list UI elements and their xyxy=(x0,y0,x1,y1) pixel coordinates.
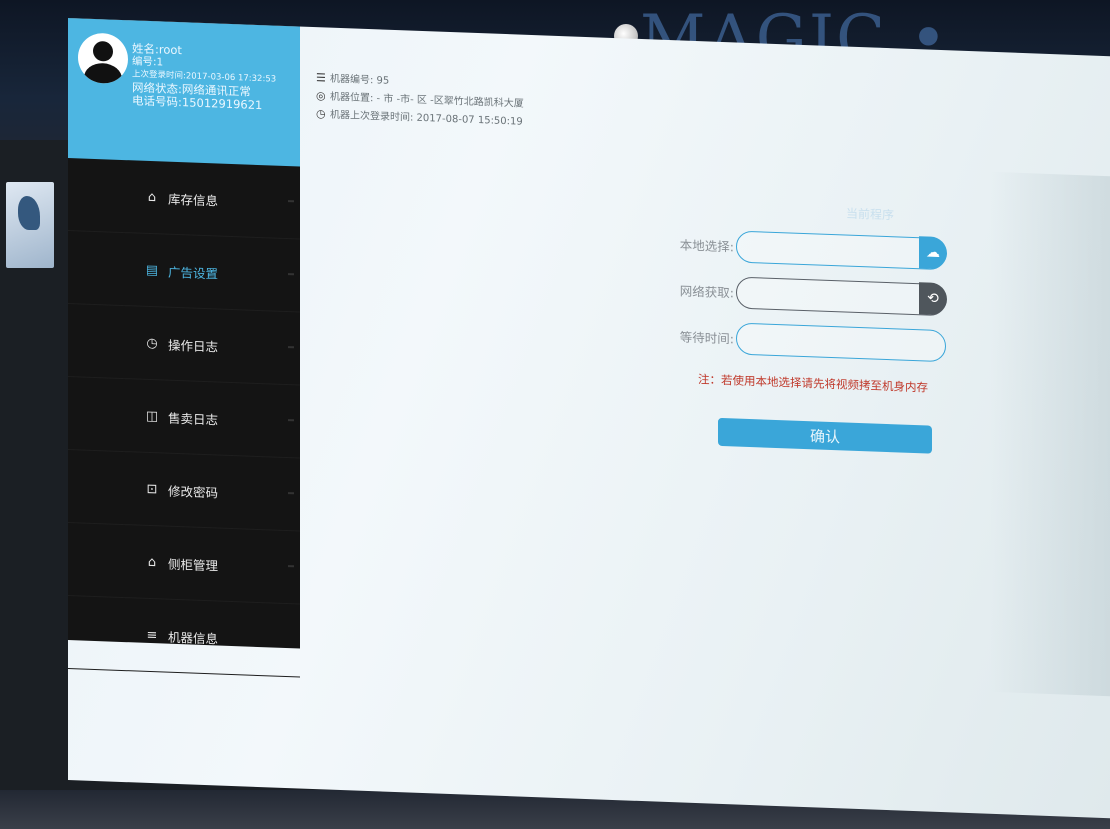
sidebar-item-operation-log[interactable]: ◷ 操作日志 xyxy=(68,304,300,386)
wait-time-input[interactable] xyxy=(736,322,946,363)
clock-icon: ◷ xyxy=(316,107,326,121)
local-select-label: 本地选择: xyxy=(679,237,734,255)
sidebar-item-label: 售卖日志 xyxy=(168,410,219,428)
divider xyxy=(288,346,294,349)
lock-icon: ⊡ xyxy=(146,481,158,497)
sidebar-item-label: 广告设置 xyxy=(168,264,219,282)
network-fetch-field[interactable]: ⟲ xyxy=(736,276,947,317)
wait-time-label: 等待时间: xyxy=(679,329,734,347)
location-pin-icon: ◎ xyxy=(316,89,326,103)
divider xyxy=(288,565,294,568)
sidebar-item-side-cabinet[interactable]: ⌂ 侧柜管理 xyxy=(68,523,300,605)
sidebar-item-sales-log[interactable]: ◫ 售卖日志 xyxy=(68,377,300,459)
network-fetch-label: 网络获取: xyxy=(679,283,734,301)
sidebar-item-label: 侧柜管理 xyxy=(168,556,219,574)
local-select-field[interactable]: ☁ xyxy=(736,230,947,271)
notice-text: 注：若使用本地选择请先将视频拷至机身内存 xyxy=(698,372,928,395)
divider xyxy=(288,273,294,276)
phone-number: 电话号码:15012919621 xyxy=(132,93,263,113)
list-icon: ☰ xyxy=(316,71,326,85)
sidebar-item-label: 修改密码 xyxy=(168,483,219,501)
user-icon xyxy=(93,40,113,62)
fetch-icon[interactable]: ⟲ xyxy=(919,282,947,316)
wait-time-row: 等待时间: xyxy=(648,317,946,370)
cabinet-icon: ⌂ xyxy=(147,554,157,570)
confirm-button[interactable]: 确认 xyxy=(718,417,932,454)
machine-number: 机器编号: 95 xyxy=(330,73,390,87)
user-icon-body xyxy=(84,62,122,85)
background-poster xyxy=(6,182,54,268)
sidebar-item-change-password[interactable]: ⊡ 修改密码 xyxy=(68,450,300,532)
local-select-row: 本地选择: ☁ xyxy=(648,225,947,278)
network-fetch-row: 网络获取: ⟲ xyxy=(648,271,947,324)
machine-last-login: 机器上次登录时间: 2017-08-07 15:50:19 xyxy=(330,109,523,128)
user-card: 姓名:root 编号:1 上次登录时间:2017-03-06 17:32:53 … xyxy=(68,18,300,167)
clock-icon: ◷ xyxy=(146,335,158,351)
sidebar-item-machine-info[interactable]: ≡ 机器信息 xyxy=(68,596,300,678)
faint-link[interactable]: 当前程序 xyxy=(846,205,894,224)
divider xyxy=(288,200,294,203)
sidebar-item-label: 机器信息 xyxy=(168,629,219,647)
app-screen: 姓名:root 编号:1 上次登录时间:2017-03-06 17:32:53 … xyxy=(68,18,1110,819)
avatar[interactable] xyxy=(78,32,128,85)
sidebar-item-label: 操作日志 xyxy=(168,337,219,355)
unicorn-icon xyxy=(18,196,40,230)
edit-icon: ▤ xyxy=(145,262,159,278)
home-icon: ⌂ xyxy=(147,189,157,205)
user-details: 姓名:root 编号:1 上次登录时间:2017-03-06 17:32:53 … xyxy=(132,41,276,113)
sidebar: 姓名:root 编号:1 上次登录时间:2017-03-06 17:32:53 … xyxy=(68,18,300,678)
sidebar-item-label: 库存信息 xyxy=(168,191,219,209)
machine-info-header: ☰ 机器编号: 95 ◎ 机器位置: - 市 -市- 区 -区翠竹北路凯科大厦 ◷ 机… xyxy=(316,69,524,131)
divider xyxy=(288,492,294,495)
sidebar-item-inventory[interactable]: ⌂ 库存信息 xyxy=(68,158,300,240)
sidebar-item-ad-settings[interactable]: ▤ 广告设置 xyxy=(68,231,300,313)
list-icon: ≡ xyxy=(146,627,158,643)
sidebar-menu: ⌂ 库存信息 ▤ 广告设置 ◷ 操作日志 ◫ 售卖日志 ⊡ 修改密码 ⌂ 侧柜管… xyxy=(68,158,300,678)
window-reflection xyxy=(990,171,1110,697)
divider xyxy=(288,419,294,422)
ad-settings-form: 当前程序 本地选择: ☁ 网络获取: ⟲ 等待时间: 注：若使用本地选择请先将视… xyxy=(648,207,947,454)
cart-icon: ◫ xyxy=(145,408,159,424)
upload-cloud-icon[interactable]: ☁ xyxy=(919,236,947,270)
